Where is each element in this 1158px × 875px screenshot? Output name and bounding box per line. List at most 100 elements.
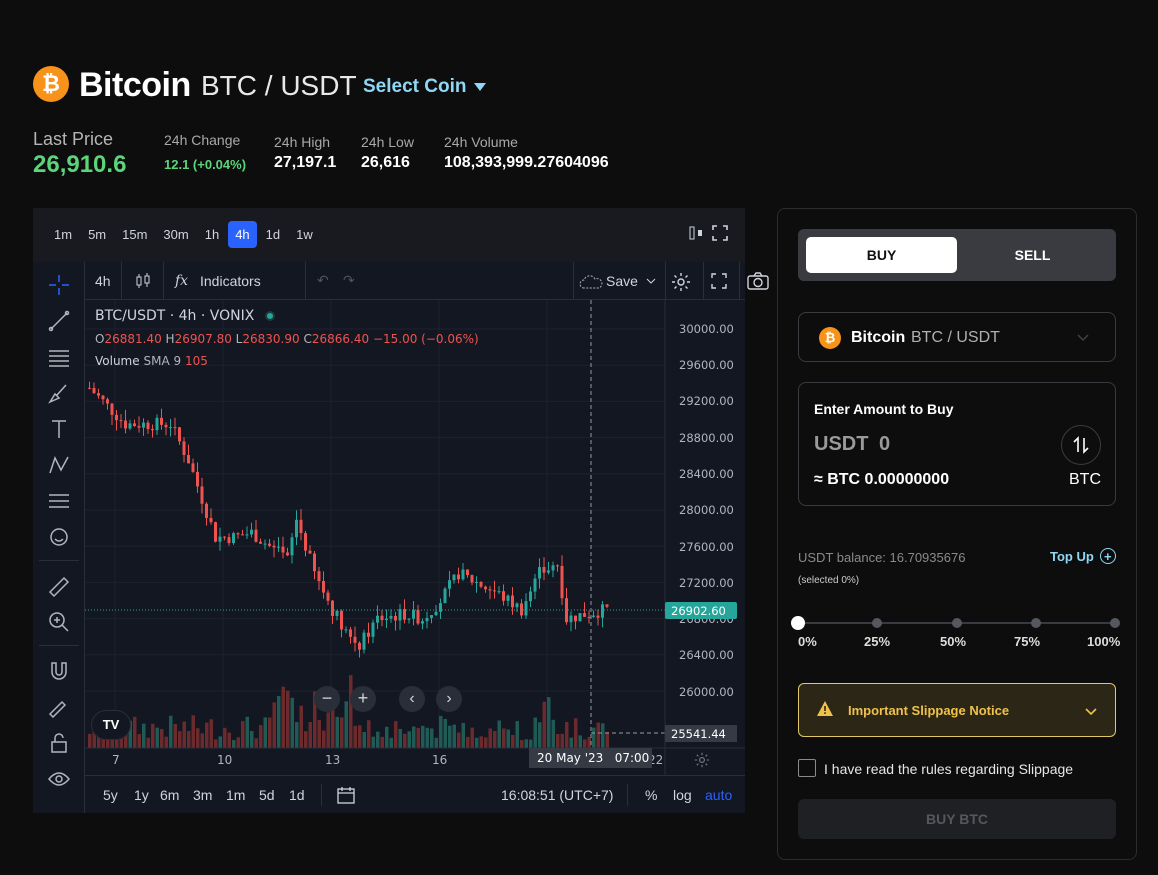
emoji-icon[interactable] [46,524,72,550]
slippage-notice[interactable]: Important Slippage Notice [798,683,1116,737]
zoom-out-button[interactable]: − [314,686,340,712]
lock-pen-icon[interactable] [46,694,72,720]
fib-lines-icon[interactable] [46,344,72,370]
settings-gear-icon[interactable] [671,272,691,295]
crosshair-icon[interactable] [46,272,72,298]
candle-body [182,441,186,456]
swap-icon[interactable] [1061,425,1101,465]
tf-5m[interactable]: 5m [81,221,113,248]
candle-body [394,615,397,621]
asset-selector[interactable]: ₿ Bitcoin BTC / USDT [798,312,1116,362]
price-tick: 30000.00 [679,322,734,336]
candle-body [295,519,298,538]
lock-icon[interactable] [46,730,72,756]
time-tick: 10 [217,753,233,767]
range-5y[interactable]: 5y [103,787,118,803]
plus-circle-icon: + [1099,548,1116,564]
candle-body [187,455,190,464]
tf-30m[interactable]: 30m [156,221,195,248]
indicators-button[interactable]: Indicators [200,273,261,289]
scroll-right-button[interactable]: › [436,686,462,712]
auto-toggle[interactable]: auto [705,787,732,803]
percent-toggle[interactable]: % [645,787,657,803]
candle-body [236,533,240,535]
slippage-checkbox[interactable] [798,759,816,777]
prediction-icon[interactable] [46,488,72,514]
candle-body [106,399,109,404]
slider-mark-50[interactable] [952,618,962,628]
tf-15m[interactable]: 15m [115,221,154,248]
tf-1w[interactable]: 1w [289,221,320,248]
buy-tab[interactable]: BUY [806,237,957,273]
tf-1d[interactable]: 1d [259,221,287,248]
asset-pair: BTC / USDT [911,329,1000,346]
range-divider [321,784,322,806]
scroll-left-button[interactable]: ‹ [399,686,425,712]
camera-icon[interactable] [747,272,769,293]
expand-icon[interactable] [711,273,727,292]
tf-4h[interactable]: 4h [228,220,257,248]
volume-bar [236,737,240,748]
candle-body [137,426,141,428]
eye-icon[interactable] [46,766,72,792]
compare-icon[interactable] [689,225,703,246]
buy-btc-button[interactable]: BUY BTC [798,799,1116,839]
volume-bar [542,701,546,748]
pattern-icon[interactable] [46,452,72,478]
ruler-icon[interactable] [46,574,72,600]
range-5d[interactable]: 5d [259,787,275,803]
text-tool-icon[interactable] [46,416,72,442]
slider-thumb[interactable] [791,616,805,630]
brush-icon[interactable] [46,380,72,406]
range-1m[interactable]: 1m [226,787,245,803]
select-coin-dropdown[interactable]: Select Coin [363,76,487,98]
save-button[interactable]: Save [606,273,638,289]
range-3m[interactable]: 3m [193,787,212,803]
fullscreen-icon[interactable] [712,225,728,246]
volume-bars [88,675,609,748]
candle-body [592,615,595,617]
candles-icon[interactable] [135,273,151,292]
range-1d[interactable]: 1d [289,787,305,803]
slider-mark-100[interactable] [1110,618,1120,628]
axis-settings-icon[interactable] [694,752,710,773]
volume-bar [569,737,573,748]
log-toggle[interactable]: log [673,787,692,803]
candle-body [421,621,424,624]
candle-body [376,615,379,623]
range-6m[interactable]: 6m [160,787,179,803]
amount-input[interactable]: 0 [879,433,890,456]
candlestick-plot[interactable]: BTC/USDT · 4h · VONIX O26881.40 H26907.8… [85,300,745,775]
volume-value: 108,393,999.27604096 [444,154,609,171]
volume-bar [290,697,294,748]
slider-mark-75[interactable] [1031,618,1041,628]
volume-bar [434,737,438,748]
chevron-down-icon[interactable] [646,273,656,289]
calendar-icon[interactable] [337,786,355,807]
candle-body [493,590,496,592]
top-up-link[interactable]: Top Up + [1050,548,1116,564]
tradingview-logo-icon[interactable]: TV [91,710,131,740]
slider-mark-25[interactable] [872,618,882,628]
sell-tab[interactable]: SELL [957,237,1108,273]
interval-button[interactable]: 4h [95,273,111,289]
time-tick: 7 [112,753,120,767]
volume-bar [277,695,281,748]
trendline-icon[interactable] [46,308,72,334]
redo-icon[interactable]: ↷ [343,272,355,289]
undo-icon[interactable]: ↶ [317,272,329,289]
zoom-in-icon[interactable] [46,609,72,635]
tf-1h[interactable]: 1h [198,221,226,248]
zoom-in-button[interactable]: + [350,686,376,712]
candle-body [412,609,415,619]
legend-volume-label: Volume [95,354,140,368]
tf-1m[interactable]: 1m [47,221,79,248]
volume-bar [389,737,393,748]
candle-body [430,615,433,618]
range-1y[interactable]: 1y [134,787,149,803]
magnet-icon[interactable] [46,658,72,684]
volume-bar [200,733,204,748]
volume-bar [281,686,285,748]
caret-down-icon [474,83,487,91]
clock-display[interactable]: 16:08:51 (UTC+7) [501,787,613,803]
